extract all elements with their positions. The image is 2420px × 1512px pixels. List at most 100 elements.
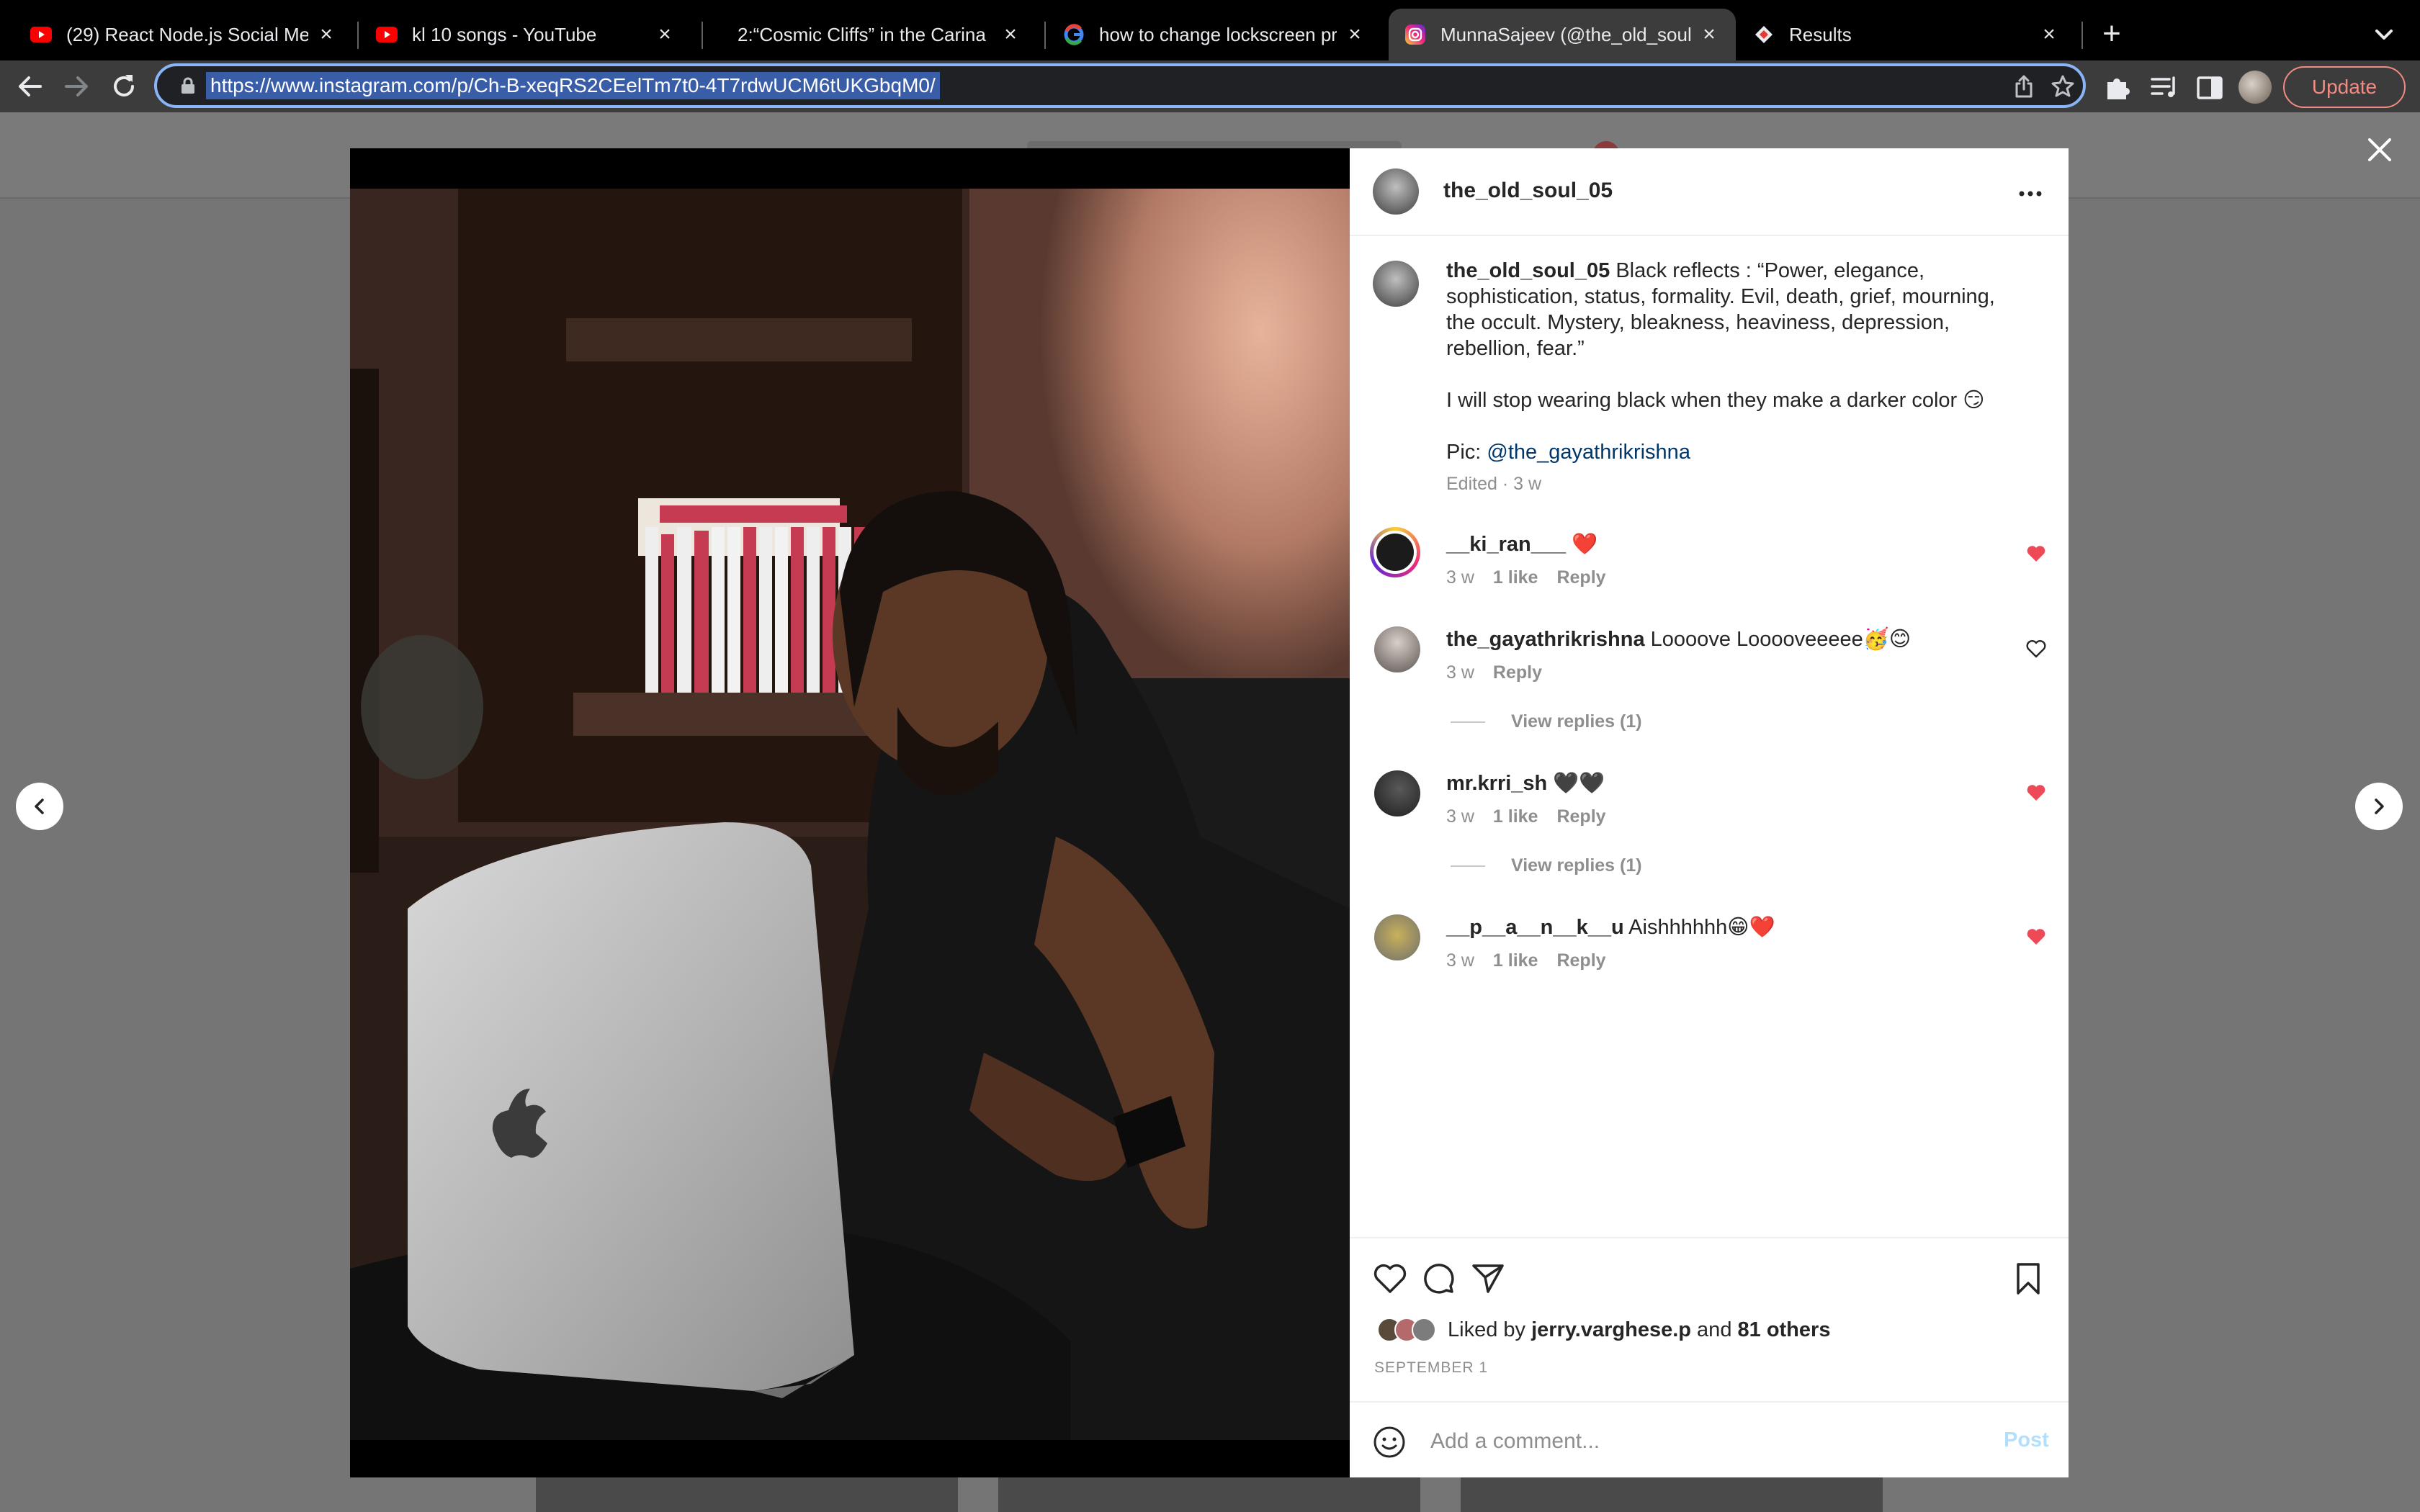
heart-filled-icon[interactable] <box>2025 926 2047 948</box>
comment-likes[interactable]: 1 like <box>1493 567 1538 588</box>
close-tab-icon[interactable]: × <box>654 22 676 47</box>
grid-thumbnail[interactable] <box>1461 1475 1883 1512</box>
likes-count-link[interactable]: 81 others <box>1738 1318 1831 1342</box>
reply-button[interactable]: Reply <box>1556 806 1605 827</box>
post-photo-frame[interactable] <box>350 148 1350 1477</box>
view-replies-button[interactable]: View replies (1) <box>1451 711 1642 732</box>
close-tab-icon[interactable]: × <box>315 22 337 47</box>
comment-age: 3 w <box>1446 950 1474 971</box>
extensions-puzzle-icon[interactable] <box>2102 72 2133 104</box>
like-heart-icon[interactable] <box>1371 1260 1409 1297</box>
caption-credit: Pic: @the_gayathrikrishna <box>1446 439 2015 465</box>
chevron-right-icon <box>2375 798 2384 814</box>
new-tab-button[interactable]: + <box>2094 10 2129 60</box>
save-bookmark-icon[interactable] <box>2009 1260 2047 1297</box>
lock-icon[interactable] <box>179 76 197 95</box>
heart-outline-icon[interactable] <box>2025 638 2047 660</box>
comment-age: 3 w <box>1446 806 1474 827</box>
close-tab-icon[interactable]: × <box>1698 22 1720 47</box>
back-arrow-icon[interactable] <box>14 71 46 102</box>
tab-separator <box>1044 22 1046 49</box>
comment-avatar-story-ring[interactable] <box>1370 527 1420 577</box>
caption-author[interactable]: the_old_soul_05 <box>1446 259 1610 282</box>
bookmark-star-icon[interactable] <box>2050 73 2076 99</box>
tab-title: kl 10 songs - YouTube <box>412 23 597 45</box>
emoji-smiley-icon[interactable] <box>1371 1424 1407 1460</box>
side-panel-icon[interactable] <box>2194 72 2226 104</box>
post-date[interactable]: SEPTEMBER 1 <box>1374 1359 1488 1377</box>
liker-avatar[interactable] <box>1412 1318 1436 1342</box>
profile-avatar[interactable] <box>2238 71 2272 104</box>
comment-meta: 3 w 1 like Reply <box>1446 567 1625 588</box>
comment-username[interactable]: the_gayathrikrishna <box>1446 628 1645 651</box>
tab-react-node[interactable]: (29) React Node.js Social Medi × <box>14 9 353 60</box>
comment-avatar[interactable] <box>1374 770 1420 816</box>
chevron-left-icon <box>35 798 44 814</box>
tab-title: Results <box>1789 23 1852 45</box>
address-bar[interactable]: https://www.instagram.com/p/Ch-B-xeqRS2C… <box>154 63 2086 108</box>
reply-button[interactable]: Reply <box>1556 567 1605 588</box>
media-queue-icon[interactable] <box>2148 72 2179 104</box>
close-tab-icon[interactable]: × <box>1344 22 1366 47</box>
caption-mention-link[interactable]: @the_gayathrikrishna <box>1487 441 1690 464</box>
liked-by-prefix: Liked by <box>1448 1318 1532 1341</box>
comment-avatar[interactable] <box>1374 914 1420 960</box>
forward-arrow-icon[interactable] <box>60 71 92 102</box>
next-post-button[interactable] <box>2355 783 2403 830</box>
tab-separator <box>702 22 703 49</box>
tab-instagram-active[interactable]: MunnaSajeev (@the_old_soul_ × <box>1389 9 1736 60</box>
share-icon[interactable] <box>2011 73 2037 99</box>
comment-text: 🖤🖤 <box>1553 772 1605 795</box>
caption-meta: Edited · 3 w <box>1446 474 1542 494</box>
grid-thumbnail[interactable] <box>536 1475 958 1512</box>
tab-title: how to change lockscreen prof <box>1099 23 1337 45</box>
comment-avatar[interactable] <box>1374 626 1420 672</box>
share-paper-plane-icon[interactable] <box>1469 1260 1507 1297</box>
comment-username[interactable]: __p__a__n__k__u <box>1446 916 1624 939</box>
heart-filled-icon[interactable] <box>2025 782 2047 804</box>
more-options-icon[interactable] <box>2012 183 2048 204</box>
caption-text: the_old_soul_05 Black reflects : “Power,… <box>1446 258 2015 361</box>
comment-username[interactable]: mr.krri_sh <box>1446 772 1547 795</box>
previous-post-button[interactable] <box>16 783 63 830</box>
tab-results[interactable]: Results × <box>1737 9 2076 60</box>
comment-likes[interactable]: 1 like <box>1493 806 1538 827</box>
tab-lockscreen-search[interactable]: how to change lockscreen prof × <box>1047 9 1381 60</box>
liked-by-user-link[interactable]: jerry.varghese.p <box>1531 1318 1691 1342</box>
add-comment-input[interactable] <box>1430 1426 1935 1457</box>
tab-title: MunnaSajeev (@the_old_soul_ <box>1440 23 1691 45</box>
tab-cosmic-cliffs[interactable]: 2:“Cosmic Cliffs” in the Carina × <box>706 9 1037 60</box>
reply-button[interactable]: Reply <box>1556 950 1605 971</box>
view-replies-label: View replies (1) <box>1511 711 1642 732</box>
view-replies-button[interactable]: View replies (1) <box>1451 855 1642 876</box>
likes-summary: Liked by jerry.varghese.p and 81 others <box>1377 1315 1830 1345</box>
tab-kl-songs[interactable]: kl 10 songs - YouTube × <box>360 9 691 60</box>
post-author-username[interactable]: the_old_soul_05 <box>1443 179 1613 203</box>
post-author-avatar[interactable] <box>1373 168 1419 215</box>
post-photo <box>350 189 1350 1440</box>
chevron-down-icon[interactable] <box>2370 20 2398 49</box>
close-tab-icon[interactable]: × <box>2038 22 2060 47</box>
close-icon[interactable] <box>2364 134 2396 166</box>
grid-thumbnail[interactable] <box>998 1475 1420 1512</box>
caption-line-2: I will stop wearing black when they make… <box>1446 389 1985 412</box>
comment-meta: 3 w Reply <box>1446 662 1561 683</box>
close-tab-icon[interactable]: × <box>1000 22 1021 47</box>
comment-text: ❤️ <box>1572 533 1598 556</box>
comment-username[interactable]: __ki_ran___ <box>1446 533 1566 556</box>
comment-bubble-icon[interactable] <box>1420 1260 1458 1297</box>
comment-text: Loooove Looooveeeee🥳😊 <box>1650 628 1912 651</box>
caption-author-avatar[interactable] <box>1373 261 1419 307</box>
heart-filled-icon[interactable] <box>2025 543 2047 564</box>
comment-likes[interactable]: 1 like <box>1493 950 1538 971</box>
reload-icon[interactable] <box>108 71 140 102</box>
post-header: the_old_soul_05 <box>1350 148 2069 236</box>
url-text[interactable]: https://www.instagram.com/p/Ch-B-xeqRS2C… <box>206 72 940 99</box>
results-icon <box>1753 24 1775 45</box>
caption-credit-prefix: Pic: <box>1446 441 1487 464</box>
youtube-icon <box>30 24 52 45</box>
reply-button[interactable]: Reply <box>1493 662 1542 683</box>
post-comment-button[interactable]: Post <box>2004 1428 2049 1452</box>
instagram-icon <box>1404 24 1426 45</box>
update-button[interactable]: Update <box>2283 66 2406 108</box>
